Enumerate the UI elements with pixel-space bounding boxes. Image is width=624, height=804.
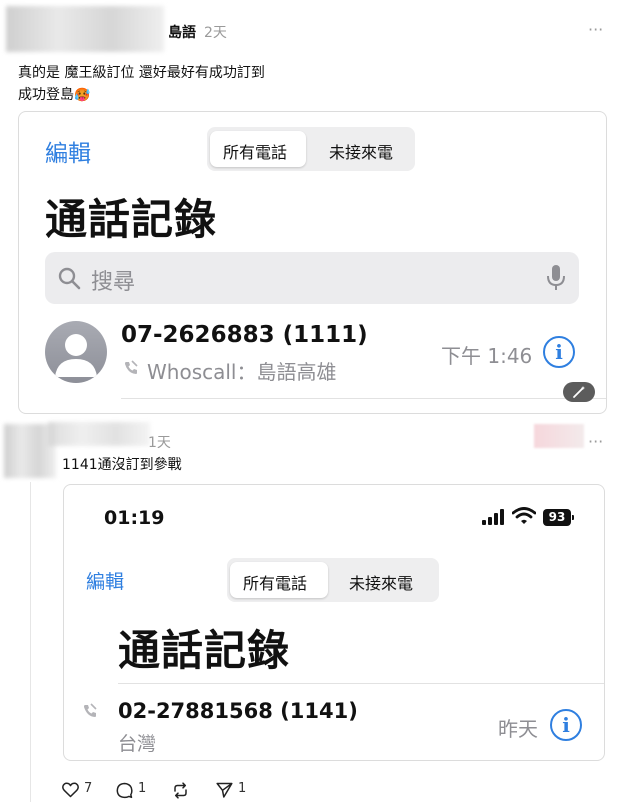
blurred-badge <box>534 424 584 448</box>
magic-wand-badge[interactable] <box>563 382 595 402</box>
status-clock: 01:19 <box>104 507 165 529</box>
divider-2 <box>118 683 604 684</box>
screen-title: 通話記錄 <box>45 195 218 244</box>
call-location: 台灣 <box>118 733 157 755</box>
like-button[interactable]: 7 <box>62 780 96 800</box>
info-icon-2: i <box>550 709 582 741</box>
call-number: 07-2626883 (1111) <box>121 322 368 348</box>
username-blurred[interactable] <box>48 422 150 446</box>
post-body: 真的是 魔王級訂位 還好最好有成功訂到 成功登島🥵 <box>18 62 608 107</box>
edit-link-2: 編輯 <box>86 571 125 593</box>
divider <box>121 398 606 399</box>
comment-count: 1 <box>138 781 147 796</box>
post-body-2: 1141通沒訂到參戰 <box>62 457 182 473</box>
call-number-2: 02-27881568 (1141) <box>118 699 358 723</box>
share-button[interactable]: 1 <box>216 780 250 800</box>
segmented-control: 所有電話 未接來電 <box>207 127 415 171</box>
edit-link: 編輯 <box>45 141 91 167</box>
comment-button[interactable]: 1 <box>116 780 150 800</box>
call-time-2: 昨天 <box>498 717 538 741</box>
more-options-button-2[interactable]: ··· <box>588 432 603 451</box>
post-line-2-text: 成功登島 <box>18 87 74 103</box>
battery-icon: 93 <box>543 509 571 526</box>
tab-missed-calls-label: 未接來電 <box>329 143 394 162</box>
username[interactable]: 島語 <box>168 22 196 42</box>
info-icon: i <box>543 336 575 368</box>
contact-avatar <box>45 321 107 383</box>
post-line-2: 成功登島🥵 <box>18 84 608 107</box>
person-icon <box>55 334 97 377</box>
post-line-1: 真的是 魔王級訂位 還好最好有成功訂到 <box>18 65 265 81</box>
search-icon <box>58 267 81 290</box>
battery-tip <box>572 515 574 520</box>
repost-button[interactable] <box>172 780 192 800</box>
send-icon <box>216 782 233 798</box>
action-bar: 7 1 1 <box>62 780 262 800</box>
magic-wand-icon <box>573 386 585 398</box>
like-count: 7 <box>84 781 93 796</box>
search-placeholder: 搜尋 <box>91 270 136 295</box>
incoming-call-icon-2 <box>84 703 97 717</box>
hot-face-emoji: 🥵 <box>74 88 91 103</box>
call-source: Whoscall：島語高雄 <box>147 360 337 384</box>
wifi-icon <box>512 507 536 524</box>
incoming-call-icon <box>125 360 138 374</box>
more-options-button[interactable]: ··· <box>588 20 603 39</box>
call-time: 下午 1:46 <box>441 344 533 368</box>
post-time: 2天 <box>204 25 227 41</box>
tab-all-calls-label: 所有電話 <box>223 143 288 162</box>
cellular-signal-icon <box>482 509 504 525</box>
microphone-icon <box>547 265 565 290</box>
thread-line <box>30 482 31 802</box>
heart-icon <box>62 782 79 798</box>
repost-icon <box>174 782 187 799</box>
comment-icon <box>116 782 133 799</box>
tab-missed-calls-label-2: 未接來電 <box>349 574 414 593</box>
screen-title-2: 通話記錄 <box>118 626 291 675</box>
share-count: 1 <box>238 781 247 796</box>
tab-all-calls-label-2: 所有電話 <box>243 574 308 593</box>
battery-level: 93 <box>548 510 566 524</box>
avatar-blurred[interactable] <box>6 6 164 52</box>
search-bar: 搜尋 <box>45 252 579 304</box>
call-log-screenshot-1[interactable]: 編輯 所有電話 未接來電 通話記錄 搜尋 07-2626883 (1111) W… <box>18 111 607 414</box>
call-log-screenshot-2[interactable]: 01:19 93 編輯 所有電話 未接來電 通話記錄 02-27881568 (… <box>63 484 605 761</box>
segmented-control-2: 所有電話 未接來電 <box>227 558 439 602</box>
post-time-2: 1天 <box>148 435 171 451</box>
